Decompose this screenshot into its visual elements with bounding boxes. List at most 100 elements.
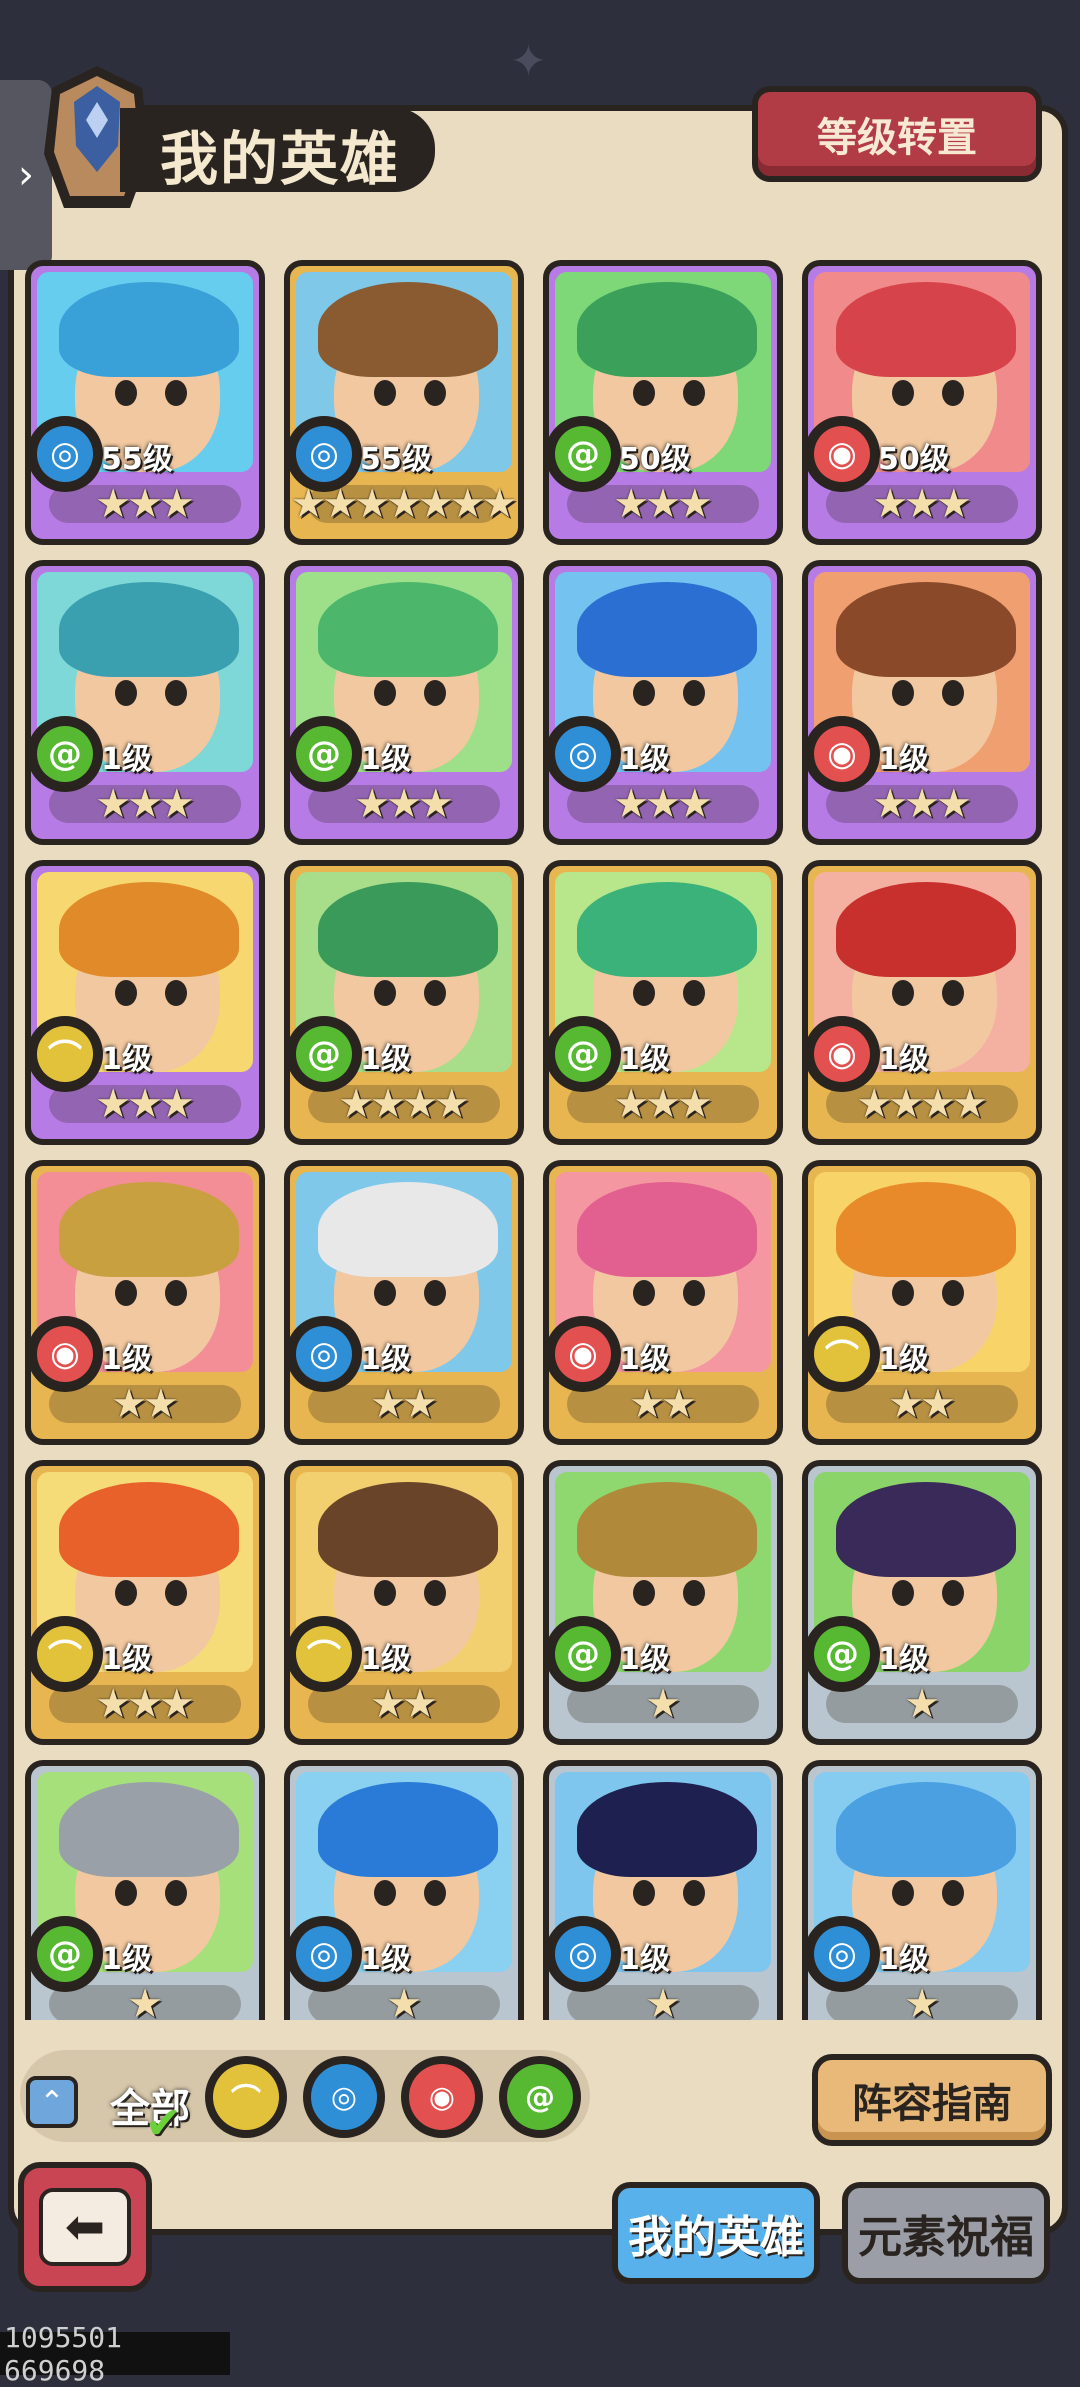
- level-transfer-button[interactable]: 等级转置: [752, 86, 1042, 182]
- hero-eye: [165, 680, 187, 706]
- hero-eye: [115, 1580, 137, 1606]
- hero-card[interactable]: @50级 ★ ★ ★: [543, 260, 783, 545]
- filter-fire-button[interactable]: ◉: [401, 2056, 483, 2138]
- star-icon: ★: [904, 481, 940, 527]
- hero-star-rating: ★ ★ ★: [290, 775, 518, 833]
- hero-eye: [942, 1580, 964, 1606]
- star-icon: ★: [904, 1681, 940, 1727]
- hero-eye: [115, 380, 137, 406]
- hero-card[interactable]: @1级 ★: [25, 1760, 265, 2020]
- hero-star-rating: ★ ★: [808, 1375, 1036, 1433]
- star-icon: ★: [676, 781, 713, 827]
- hero-level: 1级: [101, 1642, 152, 1677]
- filter-earth-button[interactable]: ⌒: [205, 2056, 287, 2138]
- hero-card[interactable]: ◎ 1级 ★: [284, 1760, 524, 2020]
- fire-element-icon: ◉: [409, 2064, 475, 2130]
- hero-hair: [59, 882, 239, 977]
- star-icon: ★: [951, 1081, 988, 1127]
- hero-level: 1级: [360, 1942, 411, 1977]
- star-icon: ★: [158, 1681, 195, 1727]
- hero-card[interactable]: ◎ 1级 ★: [543, 1760, 783, 2020]
- hero-card[interactable]: ◎ 55级 ★ ★ ★ ★ ★ ★ ★: [284, 260, 524, 545]
- hero-card[interactable]: ◉ 50级 ★ ★ ★: [802, 260, 1042, 545]
- hero-card[interactable]: @1级 ★ ★ ★: [543, 860, 783, 1145]
- lineup-guide-button[interactable]: 阵容指南: [812, 2054, 1052, 2146]
- star-icon: ★: [370, 1081, 406, 1127]
- hero-eye: [374, 980, 396, 1006]
- star-icon: ★: [402, 1381, 438, 1427]
- tab-element-blessing[interactable]: 元素祝福: [842, 2182, 1050, 2284]
- nature-element-icon: @: [507, 2064, 573, 2130]
- hero-level: 1级: [360, 1342, 411, 1377]
- star-icon: ★: [645, 1081, 681, 1127]
- hero-card[interactable]: @1级 ★ ★ ★: [25, 560, 265, 845]
- hero-card[interactable]: ⌒ 1级 ★ ★ ★: [25, 860, 265, 1145]
- hero-level: 55级: [360, 442, 432, 477]
- star-icon: ★: [481, 481, 518, 527]
- hero-card[interactable]: ⌒ 1级 ★ ★: [284, 1460, 524, 1745]
- star-icon: ★: [613, 781, 650, 827]
- hero-eye: [115, 1880, 137, 1906]
- hero-star-rating: ★ ★ ★: [808, 775, 1036, 833]
- hero-eye: [683, 980, 705, 1006]
- hero-card[interactable]: ⌒ 1级 ★ ★ ★: [25, 1460, 265, 1745]
- star-icon: ★: [127, 1981, 163, 2020]
- hero-card[interactable]: ◎ 1级 ★ ★: [284, 1160, 524, 1445]
- hero-card[interactable]: @1级 ★: [802, 1460, 1042, 1745]
- hero-star-rating: ★ ★ ★: [808, 475, 1036, 533]
- hero-eye: [424, 380, 446, 406]
- hero-eye: [165, 380, 187, 406]
- hero-hair: [836, 582, 1016, 677]
- hero-level: 1级: [101, 1042, 152, 1077]
- hero-eye: [683, 1880, 705, 1906]
- hero-card[interactable]: ◉ 1级 ★ ★ ★: [802, 560, 1042, 845]
- earth-element-icon: ⌒: [213, 2064, 279, 2130]
- hero-star-rating: ★ ★ ★: [549, 775, 777, 833]
- hero-eye: [424, 1880, 446, 1906]
- hero-card[interactable]: @1级 ★ ★ ★ ★: [284, 860, 524, 1145]
- hero-card[interactable]: ◎ 55级 ★ ★ ★: [25, 260, 265, 545]
- hero-card[interactable]: ⌒ 1级 ★ ★: [802, 1160, 1042, 1445]
- hero-eye: [374, 380, 396, 406]
- star-icon: ★: [417, 781, 454, 827]
- star-icon: ★: [95, 481, 132, 527]
- back-button[interactable]: ⬅: [18, 2162, 152, 2292]
- hero-hair: [577, 582, 757, 677]
- hero-card[interactable]: ◉ 1级 ★ ★ ★ ★: [802, 860, 1042, 1145]
- hero-eye: [165, 980, 187, 1006]
- collapse-filter-button[interactable]: ⌃: [26, 2076, 78, 2128]
- hero-eye: [424, 680, 446, 706]
- star-icon: ★: [290, 481, 327, 527]
- chevron-right-icon: ›: [18, 152, 34, 198]
- hero-card[interactable]: ◎ 1级 ★: [802, 1760, 1042, 2020]
- hero-hair: [59, 1482, 239, 1577]
- tab-my-heroes[interactable]: 我的英雄: [612, 2182, 820, 2284]
- hero-hair: [59, 282, 239, 377]
- hero-eye: [165, 1580, 187, 1606]
- filter-nature-button[interactable]: @: [499, 2056, 581, 2138]
- hero-eye: [633, 1280, 655, 1306]
- hero-card[interactable]: ◉ 1级 ★ ★: [543, 1160, 783, 1445]
- hero-eye: [942, 980, 964, 1006]
- hero-eye: [374, 1280, 396, 1306]
- hero-hair: [318, 1782, 498, 1877]
- hero-eye: [942, 380, 964, 406]
- checkmark-icon: ✔: [145, 2098, 182, 2149]
- hero-card[interactable]: ◉ 1级 ★ ★: [25, 1160, 265, 1445]
- hero-eye: [115, 680, 137, 706]
- hero-eye: [683, 1280, 705, 1306]
- hero-card[interactable]: ◎ 1级 ★ ★ ★: [543, 560, 783, 845]
- star-icon: ★: [402, 1681, 438, 1727]
- hero-eye: [892, 1580, 914, 1606]
- hero-eye: [115, 1280, 137, 1306]
- star-icon: ★: [904, 1981, 940, 2020]
- star-icon: ★: [872, 481, 909, 527]
- hero-card[interactable]: @1级 ★: [543, 1460, 783, 1745]
- filter-water-button[interactable]: ◎: [303, 2056, 385, 2138]
- star-icon: ★: [645, 781, 681, 827]
- hero-star-rating: ★ ★ ★: [31, 1675, 259, 1733]
- hero-eye: [942, 1880, 964, 1906]
- hero-hair: [318, 1482, 498, 1577]
- hero-card[interactable]: @1级 ★ ★ ★: [284, 560, 524, 845]
- star-icon: ★: [402, 1081, 438, 1127]
